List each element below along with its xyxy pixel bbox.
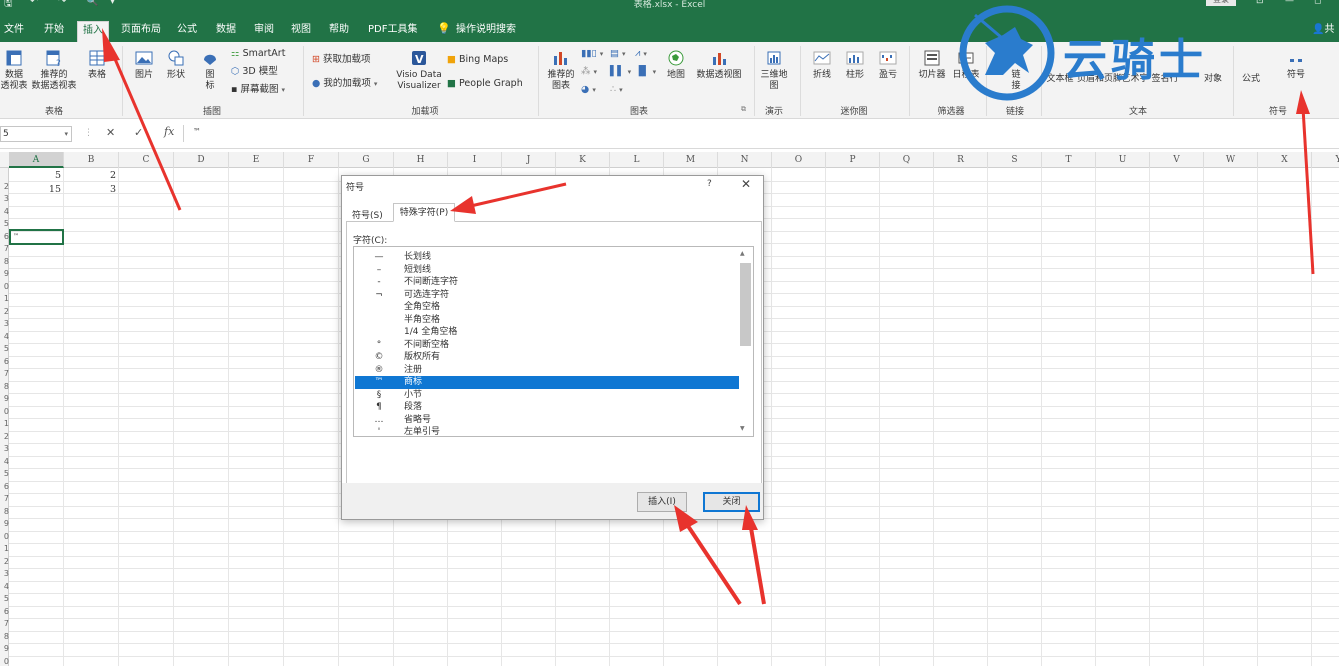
- arrow-to-special-tab: [461, 182, 567, 210]
- arrowhead: [674, 505, 698, 532]
- annotation-arrows: [102, 28, 1315, 606]
- arrow-to-insert-tab: [110, 51, 182, 211]
- arrowhead: [102, 28, 120, 62]
- arrowhead: [1296, 90, 1310, 114]
- arrow-to-insert-button: [682, 518, 742, 606]
- excel-window: 🖫 ↶ ↷ 🔍 ▾ 表格.xlsx - Excel 登录 ⊡ — ◻ 文件 开始…: [0, 0, 1339, 666]
- arrow-to-close-button: [748, 521, 766, 605]
- arrowhead: [450, 196, 476, 214]
- arrow-to-symbol-button: [1301, 107, 1315, 275]
- arrowhead: [742, 505, 758, 530]
